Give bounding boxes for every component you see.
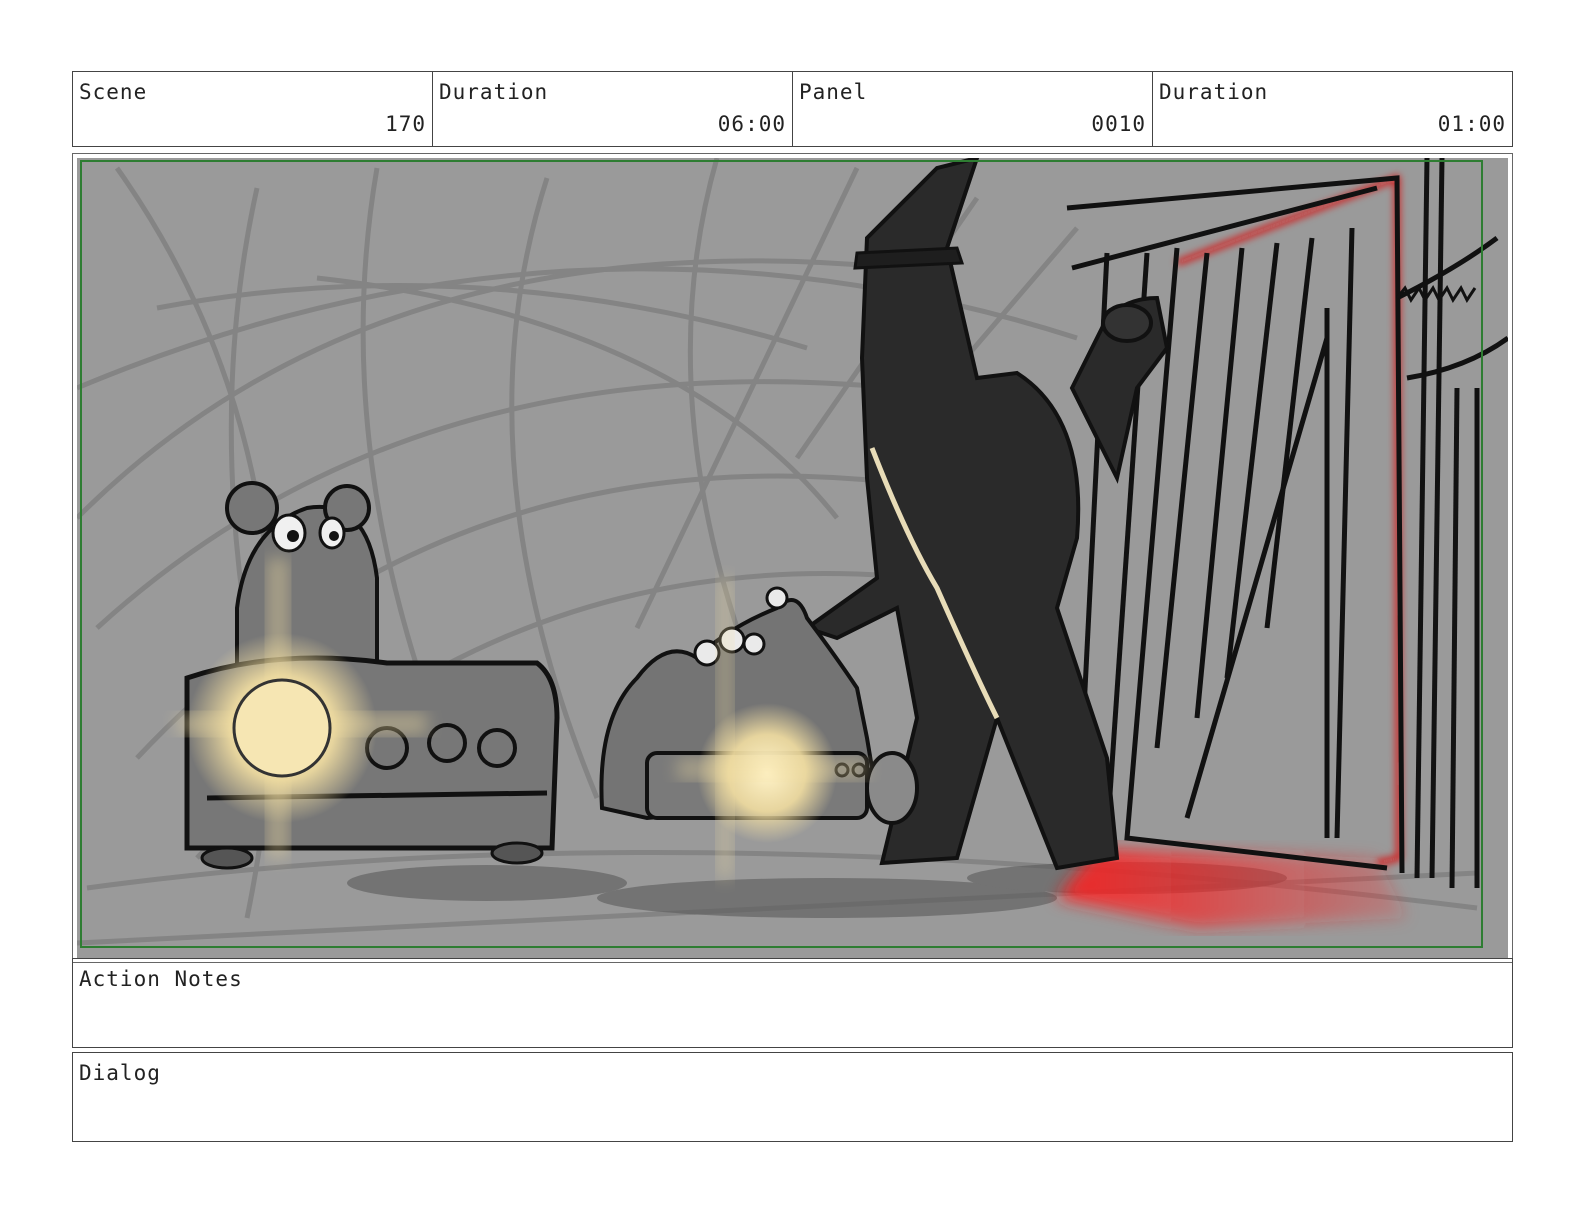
action-notes-label: Action Notes [79, 967, 243, 991]
action-notes-box[interactable]: Action Notes [72, 958, 1513, 1048]
panel-sketch-image [77, 158, 1508, 958]
scene-duration-label: Duration [439, 80, 549, 104]
panel-duration-value: 01:00 [1437, 112, 1506, 136]
panel-cell: Panel 0010 [793, 72, 1153, 146]
panel-label: Panel [799, 80, 868, 104]
panel-duration-label: Duration [1159, 80, 1269, 104]
scene-duration-cell: Duration 06:00 [433, 72, 793, 146]
scene-label: Scene [79, 80, 148, 104]
storyboard-header: Scene 170 Duration 06:00 Panel 0010 Dura… [72, 71, 1513, 147]
panel-number: 0010 [1091, 112, 1146, 136]
scene-number: 170 [385, 112, 426, 136]
dialog-label: Dialog [79, 1061, 161, 1085]
scene-cell: Scene 170 [73, 72, 433, 146]
panel-duration-cell: Duration 01:00 [1153, 72, 1512, 146]
dialog-box[interactable]: Dialog [72, 1052, 1513, 1142]
storyboard-panel [72, 153, 1513, 963]
scene-duration-value: 06:00 [717, 112, 786, 136]
